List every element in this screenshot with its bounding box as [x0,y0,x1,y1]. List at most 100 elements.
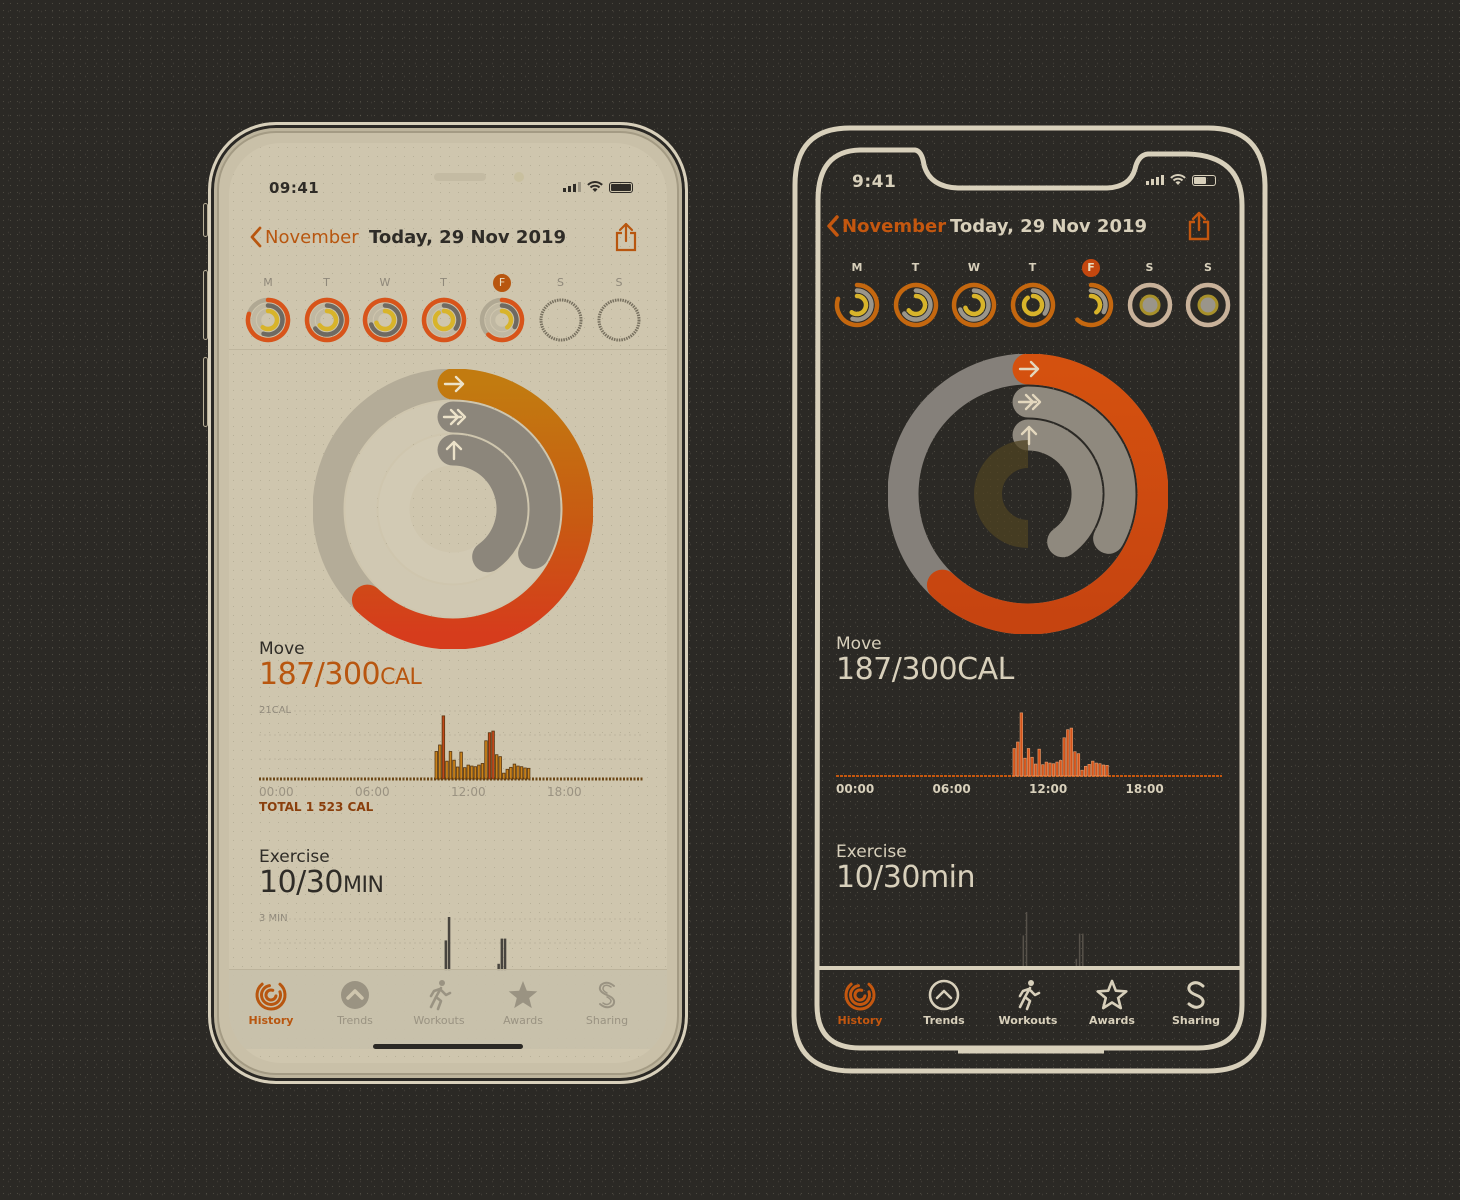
exercise-bar [1078,933,1081,966]
tab-sharing[interactable]: Sharing [569,978,645,1027]
move-bar [484,740,488,780]
status-bar: 09:41 [229,179,667,199]
day-3[interactable]: T [1008,256,1058,329]
trends-chevron-icon [341,981,369,1009]
day-letter: S [615,276,623,289]
move-bar [1026,748,1031,777]
exercise-metric: Exercise 10/30MIN [259,847,384,900]
day-letter: M [851,261,863,274]
week-strip: MTWTFSS [818,256,1242,332]
page-title: Today, 29 Nov 2019 [369,227,567,248]
day-4[interactable]: F [1066,256,1116,329]
exercise-label: Exercise [259,847,330,867]
day-letter: T [440,276,447,289]
tab-workouts[interactable]: Workouts [990,978,1066,1027]
move-bar [1084,765,1088,777]
move-bar [491,730,495,780]
move-bar [455,766,460,780]
move-bar [1034,763,1038,777]
day-2[interactable]: W [949,256,999,329]
tab-bar: History Trends Workouts Awards Sharing [229,969,667,1049]
page-title: Today, 29 Nov 2019 [950,216,1148,237]
activity-rings[interactable] [313,369,593,649]
day-1[interactable]: T [891,256,941,329]
tab-history[interactable]: History [822,978,898,1027]
exercise-value-number: 10/30 [259,865,343,900]
day-6[interactable]: S [594,271,644,344]
move-chart: 00:00 06:00 12:00 18:00 [836,702,1222,802]
day-rings [362,297,408,343]
exercise-value: 10/30min [836,860,976,895]
volume-down-button [203,357,208,427]
move-bar [448,751,453,780]
day-letter: M [263,276,273,289]
status-time: 9:41 [852,172,897,192]
move-bar [487,732,492,780]
tab-trends[interactable]: Trends [906,978,982,1027]
tab-label: History [248,1014,294,1027]
tab-history[interactable]: History [233,978,309,1027]
day-letter: S [1145,261,1154,274]
back-button[interactable]: November [249,225,359,249]
move-value-number: 187/300 [259,657,381,692]
dark-phone-mockup: 9:41 November Today, 29 Nov 2019 M T W T F S S… [790,125,1268,1075]
exercise-bar [1075,958,1078,966]
tab-awards[interactable]: Awards [1074,978,1150,1027]
tab-label: Awards [1089,1014,1135,1027]
move-value: 187/300CAL [836,652,1014,687]
day-0[interactable]: M [243,271,293,344]
day-letter: T [911,261,920,274]
day-rings [421,297,466,343]
day-5[interactable]: S [1125,256,1175,329]
tab-trends[interactable]: Trends [317,978,393,1027]
tab-label: Sharing [1171,1014,1221,1027]
move-bar [509,766,513,780]
battery-icon [1192,174,1216,186]
day-2[interactable]: W [360,271,410,344]
share-button[interactable] [1186,210,1212,246]
move-bar [519,766,524,780]
tab-sharing[interactable]: Sharing [1158,978,1234,1027]
move-bar [441,715,446,780]
move-bar [1087,764,1091,777]
day-5[interactable]: S [536,271,586,344]
move-bar [1098,763,1102,777]
move-bar [1048,762,1052,777]
move-bar [1091,760,1095,777]
activity-rings[interactable] [888,354,1168,634]
exercise-value: 10/30MIN [259,865,384,900]
move-bar [480,763,485,780]
day-rings [245,297,291,343]
history-rings-icon [844,982,876,1011]
day-3[interactable]: T [419,271,469,344]
day-rings [951,282,997,328]
tab-workouts[interactable]: Workouts [401,978,477,1027]
move-bar [452,759,456,780]
exercise-bar [503,938,507,971]
day-rings [1010,282,1055,328]
move-value: 187/300CAL [259,657,422,692]
move-chart-bars [836,712,1222,777]
day-0[interactable]: M [832,256,882,329]
move-bar [1023,757,1027,777]
chevron-left-icon [250,226,262,248]
move-bar [1019,712,1023,777]
light-phone-mockup: 09:41 November Today, 29 Nov 2019 M T W T F S… [203,122,688,1084]
day-6[interactable]: S [1183,256,1233,329]
exercise-unit: MIN [342,873,384,898]
tab-label: Sharing [585,1014,629,1027]
share-button[interactable] [613,221,639,257]
nav-bar: November Today, 29 Nov 2019 [818,211,1242,246]
tab-awards[interactable]: Awards [485,978,561,1027]
share-icon [1188,211,1210,241]
exercise-chart-bars [259,917,643,971]
exercise-chart: 3 MIN [259,913,643,973]
move-bar [1066,729,1070,777]
day-1[interactable]: T [302,271,352,344]
day-rings [597,298,641,342]
day-4[interactable]: F [477,271,527,344]
day-rings [479,297,525,343]
back-button[interactable]: November [826,214,946,238]
day-rings [1185,282,1231,328]
tab-label: History [837,1014,883,1027]
